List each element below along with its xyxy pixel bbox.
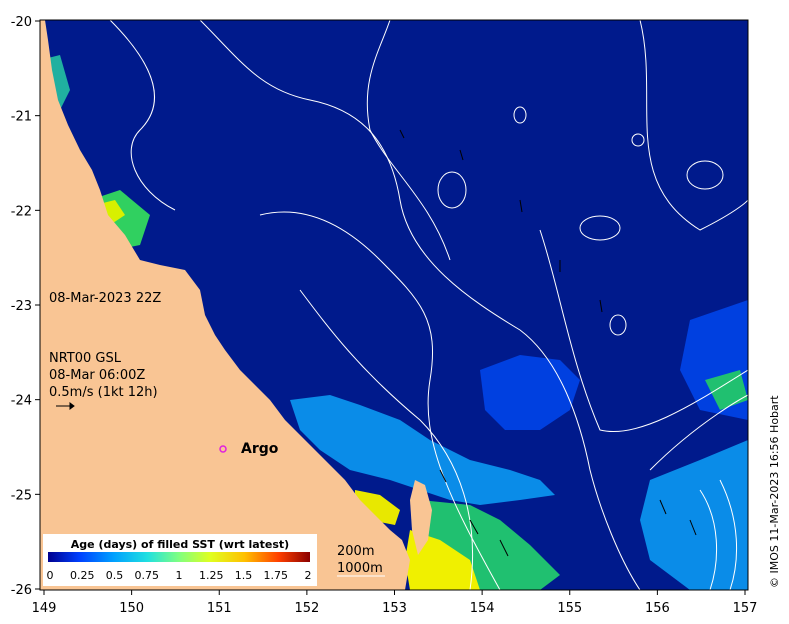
x-tick-label: 152 [294,601,319,616]
colorbar-tick-label: 1.25 [199,569,224,582]
y-tick-label: -22 [11,204,32,219]
y-tick-label: -23 [11,299,32,314]
colorbar-tick-label: 1.75 [264,569,289,582]
colorbar-tick-label: 2 [305,569,312,582]
current-scale-label: 0.5m/s (1kt 12h) [49,385,158,400]
y-tick-label: -24 [11,394,32,409]
y-tick-label: -20 [11,15,32,30]
x-tick-label: 153 [382,601,407,616]
x-tick-label: 150 [119,601,144,616]
sst-age-map: 149 150 151 152 153 154 155 156 157 -20 -21 -22 -23… [11,15,781,616]
x-tick-label: 156 [645,601,670,616]
colorbar-tick-label: 1.5 [235,569,253,582]
current-product-label: NRT00 GSL [49,351,122,366]
y-tick-label: -26 [11,583,32,598]
x-tick-label: 157 [733,601,758,616]
colorbar-tick-label: 0.25 [70,569,95,582]
colorbar: Age (days) of filled SST (wrt latest) 00… [43,534,317,586]
timestamp-label: 08-Mar-2023 22Z [49,291,161,306]
colorbar-tick-label: 0.75 [135,569,160,582]
colorbar-title: Age (days) of filled SST (wrt latest) [71,538,289,551]
x-axis: 149 150 151 152 153 154 155 156 157 [32,590,758,616]
x-tick-label: 151 [207,601,232,616]
isobath-200m-label: 200m [337,544,374,559]
colorbar-tick-label: 0.5 [106,569,124,582]
x-tick-label: 155 [557,601,582,616]
argo-label: Argo [241,441,279,457]
colorbar-tick-label: 0 [47,569,54,582]
current-time-label: 08-Mar 06:00Z [49,368,145,383]
y-axis: -20 -21 -22 -23 -24 -25 -26 [11,15,40,598]
x-tick-label: 149 [32,601,57,616]
y-tick-label: -25 [11,488,32,503]
colorbar-tick-label: 1 [176,569,183,582]
credit-text: © IMOS 11-Mar-2023 16:56 Hobart [768,395,781,588]
x-tick-label: 154 [470,601,495,616]
colorbar-gradient [48,552,310,562]
isobath-1000m-label: 1000m [337,561,383,576]
y-tick-label: -21 [11,110,32,125]
colorbar-ticks: 0 0.25 0.5 0.75 1 1.25 1.5 1.75 2 [47,569,312,582]
